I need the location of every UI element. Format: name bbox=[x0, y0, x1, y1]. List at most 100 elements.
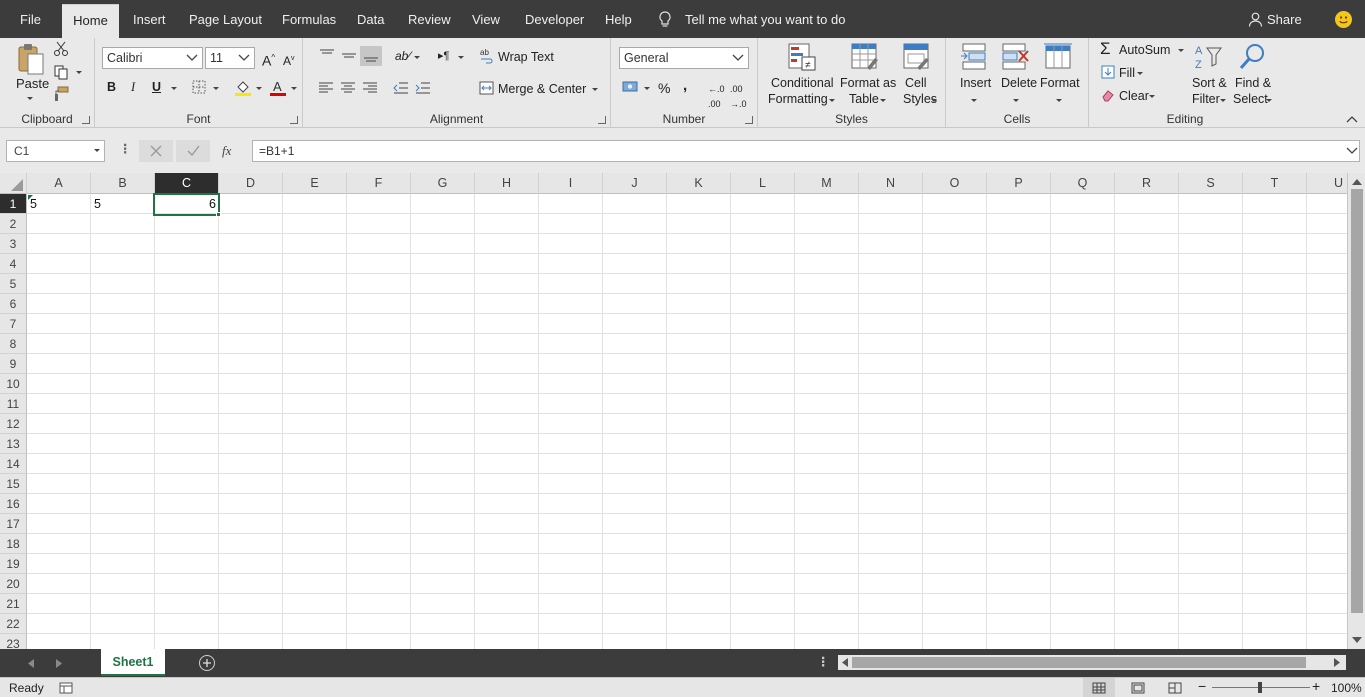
next-sheet-icon[interactable] bbox=[54, 658, 64, 668]
text-direction-icon[interactable]: ▸¶ bbox=[438, 49, 449, 64]
scroll-left-icon[interactable] bbox=[840, 657, 850, 668]
delete-cells-button[interactable]: Delete bbox=[1001, 76, 1037, 91]
text-direction-dropdown-icon[interactable] bbox=[458, 56, 464, 59]
tab-page-layout[interactable]: Page Layout bbox=[177, 0, 274, 38]
column-header-e[interactable]: E bbox=[283, 173, 347, 194]
cut-icon[interactable] bbox=[53, 41, 69, 57]
column-header-d[interactable]: D bbox=[219, 173, 283, 194]
copy-dropdown-icon[interactable] bbox=[76, 71, 82, 74]
cell-styles-button[interactable]: Cell bbox=[905, 76, 927, 91]
row-header-1[interactable]: 1 bbox=[0, 194, 27, 214]
column-header-h[interactable]: H bbox=[475, 173, 539, 194]
fill-handle[interactable] bbox=[216, 212, 221, 217]
share-button[interactable]: Share bbox=[1255, 0, 1314, 38]
row-header-6[interactable]: 6 bbox=[0, 294, 27, 314]
column-header-q[interactable]: Q bbox=[1051, 173, 1115, 194]
column-header-s[interactable]: S bbox=[1179, 173, 1243, 194]
tab-developer[interactable]: Developer bbox=[513, 0, 596, 38]
row-header-11[interactable]: 11 bbox=[0, 394, 27, 414]
scroll-right-icon[interactable] bbox=[1332, 657, 1342, 668]
top-align-icon[interactable] bbox=[319, 48, 335, 62]
zoom-out-button[interactable]: − bbox=[1198, 679, 1206, 694]
row-header-22[interactable]: 22 bbox=[0, 614, 27, 634]
borders-dropdown-icon[interactable] bbox=[213, 87, 219, 90]
autosum-dropdown-icon[interactable] bbox=[1178, 49, 1184, 52]
row-header-9[interactable]: 9 bbox=[0, 354, 27, 374]
font-launcher-icon[interactable] bbox=[290, 116, 298, 124]
column-header-j[interactable]: J bbox=[603, 173, 667, 194]
row-header-10[interactable]: 10 bbox=[0, 374, 27, 394]
tab-formulas[interactable]: Formulas bbox=[270, 0, 348, 38]
eraser-icon[interactable] bbox=[1101, 88, 1115, 102]
paste-button[interactable]: Paste bbox=[16, 76, 49, 91]
column-header-c[interactable]: C bbox=[155, 173, 219, 194]
underline-dropdown-icon[interactable] bbox=[171, 87, 177, 90]
increase-decimal-icon[interactable]: ←.0.00 bbox=[708, 82, 725, 112]
orientation-dropdown-icon[interactable] bbox=[414, 56, 420, 59]
column-header-r[interactable]: R bbox=[1115, 173, 1179, 194]
borders-icon[interactable] bbox=[192, 80, 206, 94]
align-right-icon[interactable] bbox=[362, 81, 378, 95]
bottom-align-icon[interactable] bbox=[360, 46, 382, 66]
expand-formula-icon[interactable] bbox=[1346, 145, 1358, 157]
tab-data[interactable]: Data bbox=[345, 0, 396, 38]
tab-file[interactable]: File bbox=[8, 0, 53, 38]
cell-a1[interactable]: 5 bbox=[27, 194, 91, 214]
row-header-8[interactable]: 8 bbox=[0, 334, 27, 354]
conditional-formatting-button[interactable]: Conditional bbox=[771, 76, 834, 91]
align-center-icon[interactable] bbox=[340, 81, 356, 95]
find-dropdown-icon[interactable] bbox=[1266, 99, 1272, 102]
column-header-t[interactable]: T bbox=[1243, 173, 1307, 194]
scroll-up-icon[interactable] bbox=[1351, 177, 1363, 187]
number-launcher-icon[interactable] bbox=[745, 116, 753, 124]
cell-b1[interactable]: 5 bbox=[91, 194, 155, 214]
bold-button[interactable]: B bbox=[107, 80, 116, 95]
copy-icon[interactable] bbox=[53, 64, 69, 80]
alignment-launcher-icon[interactable] bbox=[598, 116, 606, 124]
name-box[interactable]: C1 bbox=[6, 140, 105, 162]
row-header-16[interactable]: 16 bbox=[0, 494, 27, 514]
clipboard-launcher-icon[interactable] bbox=[82, 116, 90, 124]
insert-dropdown-icon[interactable] bbox=[971, 99, 977, 102]
font-color-icon[interactable]: A bbox=[270, 79, 286, 96]
column-header-p[interactable]: P bbox=[987, 173, 1051, 194]
prev-sheet-icon[interactable] bbox=[26, 658, 36, 668]
align-left-icon[interactable] bbox=[318, 81, 334, 95]
decrease-decimal-icon[interactable]: .00 →.0 bbox=[730, 82, 747, 112]
currency-dropdown-icon[interactable] bbox=[644, 87, 650, 90]
format-as-table-icon[interactable] bbox=[850, 42, 880, 72]
decrease-font-icon[interactable]: Av bbox=[283, 51, 295, 69]
column-header-f[interactable]: F bbox=[347, 173, 411, 194]
column-header-m[interactable]: M bbox=[795, 173, 859, 194]
row-header-20[interactable]: 20 bbox=[0, 574, 27, 594]
row-header-23[interactable]: 23 bbox=[0, 634, 27, 649]
fill-down-icon[interactable] bbox=[1101, 65, 1115, 79]
smiley-icon[interactable] bbox=[1335, 11, 1352, 28]
paste-icon[interactable] bbox=[16, 42, 46, 76]
percent-button[interactable]: % bbox=[658, 81, 670, 96]
cell-styles-icon[interactable] bbox=[902, 42, 932, 72]
insert-function-button[interactable]: fx bbox=[222, 143, 231, 158]
increase-indent-icon[interactable] bbox=[415, 81, 431, 95]
row-header-19[interactable]: 19 bbox=[0, 554, 27, 574]
formula-input[interactable]: =B1+1 bbox=[252, 140, 1360, 162]
cell-styles-dropdown-icon[interactable] bbox=[931, 99, 937, 102]
delete-cells-icon[interactable] bbox=[1001, 42, 1031, 72]
conditional-formatting-icon[interactable]: ≠ bbox=[787, 42, 817, 72]
wrap-text-icon[interactable]: ab bbox=[480, 48, 494, 64]
scroll-down-icon[interactable] bbox=[1351, 635, 1363, 645]
horizontal-scroll-thumb[interactable] bbox=[852, 657, 1306, 668]
orientation-icon[interactable]: ab⁄ bbox=[395, 49, 410, 64]
delete-dropdown-icon[interactable] bbox=[1013, 99, 1019, 102]
row-header-3[interactable]: 3 bbox=[0, 234, 27, 254]
font-color-dropdown-icon[interactable] bbox=[291, 87, 297, 90]
tab-home[interactable]: Home bbox=[62, 4, 119, 38]
merge-center-button[interactable]: Merge & Center bbox=[498, 82, 586, 97]
middle-align-icon[interactable] bbox=[341, 48, 357, 62]
collapse-ribbon-icon[interactable] bbox=[1345, 114, 1359, 124]
increase-font-icon[interactable]: A^ bbox=[262, 50, 275, 69]
row-header-5[interactable]: 5 bbox=[0, 274, 27, 294]
underline-button[interactable]: U bbox=[152, 80, 161, 95]
column-header-n[interactable]: N bbox=[859, 173, 923, 194]
find-select-button[interactable]: Find & bbox=[1235, 76, 1271, 91]
